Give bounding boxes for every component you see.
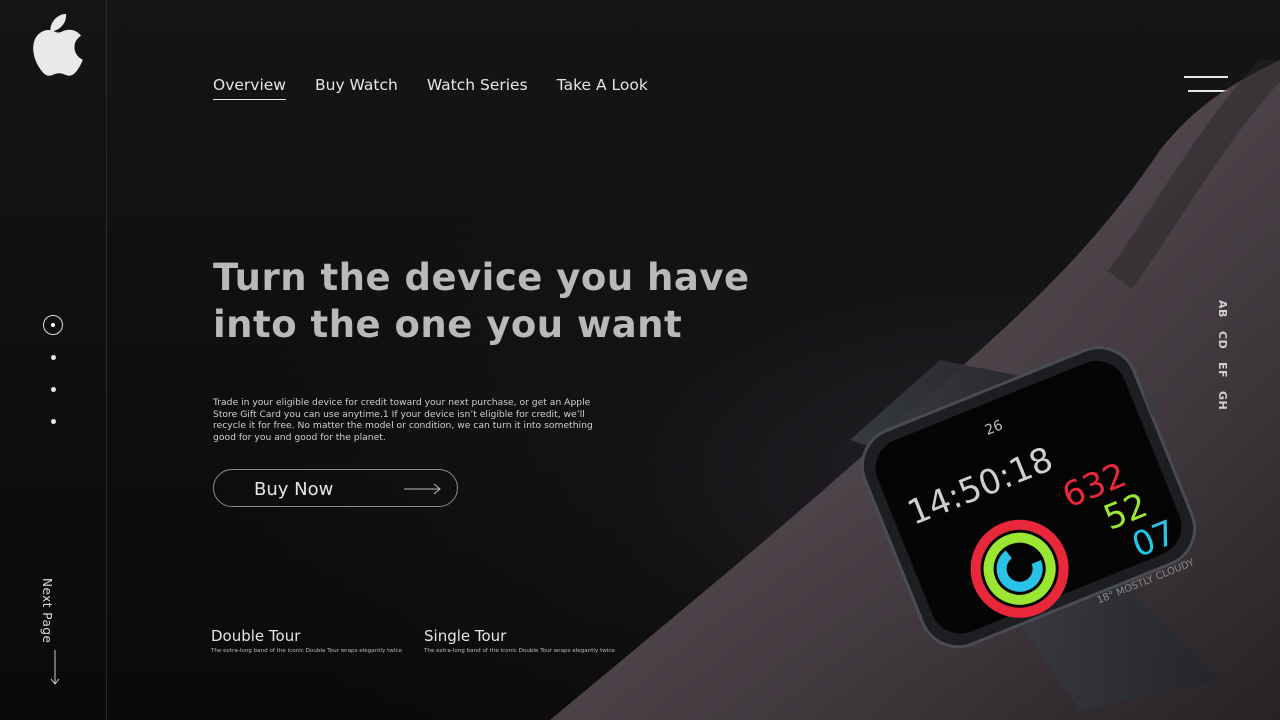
arrow-right-icon: [404, 483, 441, 495]
buy-now-label: Buy Now: [254, 479, 334, 500]
tour-description: The extra-long band of the iconic Double…: [211, 648, 402, 654]
side-label-list: AB CD EF GH: [1216, 300, 1236, 423]
slide-indicator[interactable]: [50, 387, 56, 392]
hero-description: Trade in your eligible device for credit…: [213, 397, 593, 443]
tour-card-double[interactable]: Double Tour The extra-long band of the i…: [211, 627, 411, 654]
side-label-ab[interactable]: AB: [1216, 300, 1229, 318]
nav-item-buy-watch[interactable]: Buy Watch: [315, 76, 398, 100]
slide-indicator-active[interactable]: [43, 315, 63, 335]
hero-title-line-2: into the one you want: [213, 303, 683, 346]
apple-logo-icon[interactable]: [28, 12, 84, 78]
side-label-ef[interactable]: EF: [1216, 362, 1229, 378]
left-rail: Next Page: [0, 0, 107, 720]
slide-indicator[interactable]: [50, 419, 56, 424]
tour-description: The extra-long band of the iconic Double…: [424, 648, 615, 654]
arrow-down-icon: [50, 650, 60, 685]
nav-item-overview[interactable]: Overview: [213, 76, 286, 100]
slide-indicator[interactable]: [50, 355, 56, 360]
side-label-cd[interactable]: CD: [1216, 331, 1229, 349]
hero-title-line-1: Turn the device you have: [213, 256, 750, 299]
next-page-label: Next Page: [40, 578, 54, 644]
tour-title: Single Tour: [424, 627, 507, 645]
slide-indicators: [43, 315, 63, 451]
tour-title: Double Tour: [211, 627, 301, 645]
next-page-link[interactable]: Next Page: [40, 578, 66, 688]
hero-title: Turn the device you have into the one yo…: [213, 254, 813, 348]
tour-card-single[interactable]: Single Tour The extra-long band of the i…: [424, 627, 624, 654]
nav-item-watch-series[interactable]: Watch Series: [427, 76, 528, 100]
watch-on-wrist-image: 26 14:50:18 632 52 07 18° MOSTLY CLOUDY: [550, 60, 1280, 720]
side-label-gh[interactable]: GH: [1216, 391, 1229, 410]
buy-now-button[interactable]: Buy Now: [213, 469, 458, 507]
